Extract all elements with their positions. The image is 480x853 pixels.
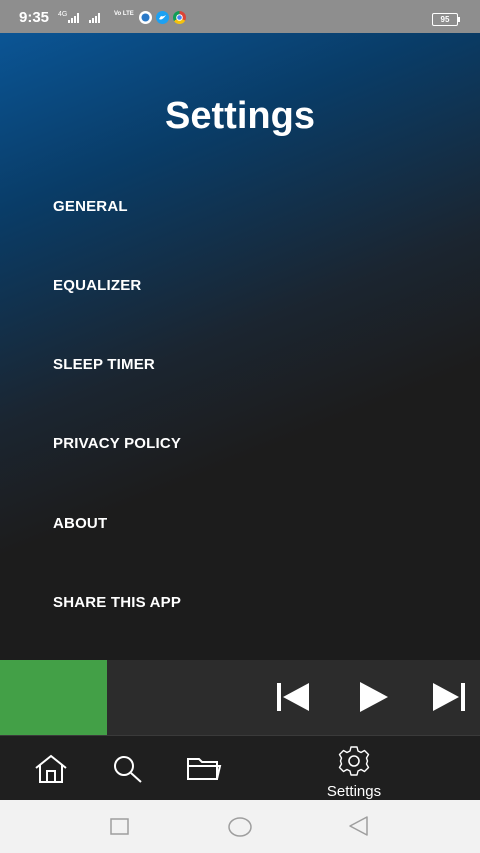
mini-player [0,660,480,735]
skip-next-icon[interactable] [431,680,467,714]
album-art[interactable] [0,660,107,735]
menu-item-about[interactable]: ABOUT [53,515,107,532]
cloud-icon [139,11,152,24]
volte-indicator: Vo LTE [114,11,134,17]
nav-settings-label: Settings [326,783,382,800]
recent-apps-icon[interactable] [110,818,130,836]
settings-screen: Settings GENERAL EQUALIZER SLEEP TIMER P… [0,33,480,660]
chrome-icon [173,11,186,24]
back-triangle-icon[interactable] [348,815,370,837]
twitter-icon [156,11,169,24]
skip-previous-icon[interactable] [275,680,311,714]
menu-item-equalizer[interactable]: EQUALIZER [53,277,141,294]
folder-icon [187,758,222,780]
nav-settings[interactable]: Settings [322,744,386,800]
status-time: 9:35 [19,9,50,26]
menu-item-privacy-policy[interactable]: PRIVACY POLICY [53,435,181,452]
menu-item-general[interactable]: GENERAL [53,198,128,215]
nav-folders[interactable] [186,754,222,787]
nav-search[interactable] [112,754,144,789]
bottom-nav: Settings [0,735,480,800]
menu-item-share-app[interactable]: SHARE THIS APP [53,594,181,611]
nav-home[interactable] [33,753,69,790]
play-icon[interactable] [357,680,391,714]
gear-icon [338,746,370,776]
signal-strength-icon [68,13,79,23]
home-circle-icon[interactable] [227,815,253,839]
system-nav-bar [0,800,480,853]
page-title: Settings [165,95,315,137]
status-bar: 9:35 4G Vo LTE 95 [0,0,480,33]
home-icon [35,754,67,783]
battery-indicator: 95 [432,13,460,26]
signal-strength-icon-2 [89,13,100,23]
menu-item-sleep-timer[interactable]: SLEEP TIMER [53,356,155,373]
network-type: 4G [58,11,68,18]
search-icon [114,756,142,783]
